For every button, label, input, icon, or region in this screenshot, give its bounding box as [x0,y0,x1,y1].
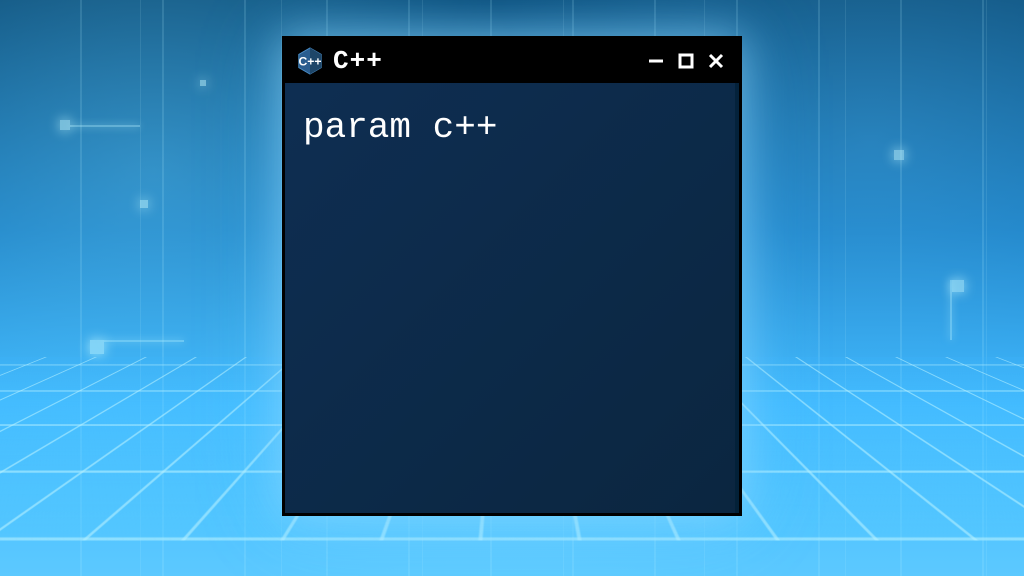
circuit-node [894,150,904,160]
close-button[interactable] [703,48,729,74]
minimize-button[interactable] [643,48,669,74]
circuit-node [60,120,70,130]
title-bar[interactable]: C++ C++ [285,39,739,83]
cpp-logo-icon: C++ [295,46,325,76]
circuit-node [90,340,104,354]
circuit-node [952,280,964,292]
terminal-body[interactable]: param c++ [285,83,739,513]
window-controls [643,48,729,74]
maximize-button[interactable] [673,48,699,74]
circuit-line [70,125,140,127]
window-title: C++ [333,46,635,76]
circuit-line [104,340,184,342]
terminal-output: param c++ [303,107,717,148]
svg-text:C++: C++ [298,55,321,69]
terminal-window: C++ C++ param c++ [282,36,742,516]
circuit-line [950,280,952,340]
circuit-node [140,200,148,208]
circuit-node [200,80,206,86]
